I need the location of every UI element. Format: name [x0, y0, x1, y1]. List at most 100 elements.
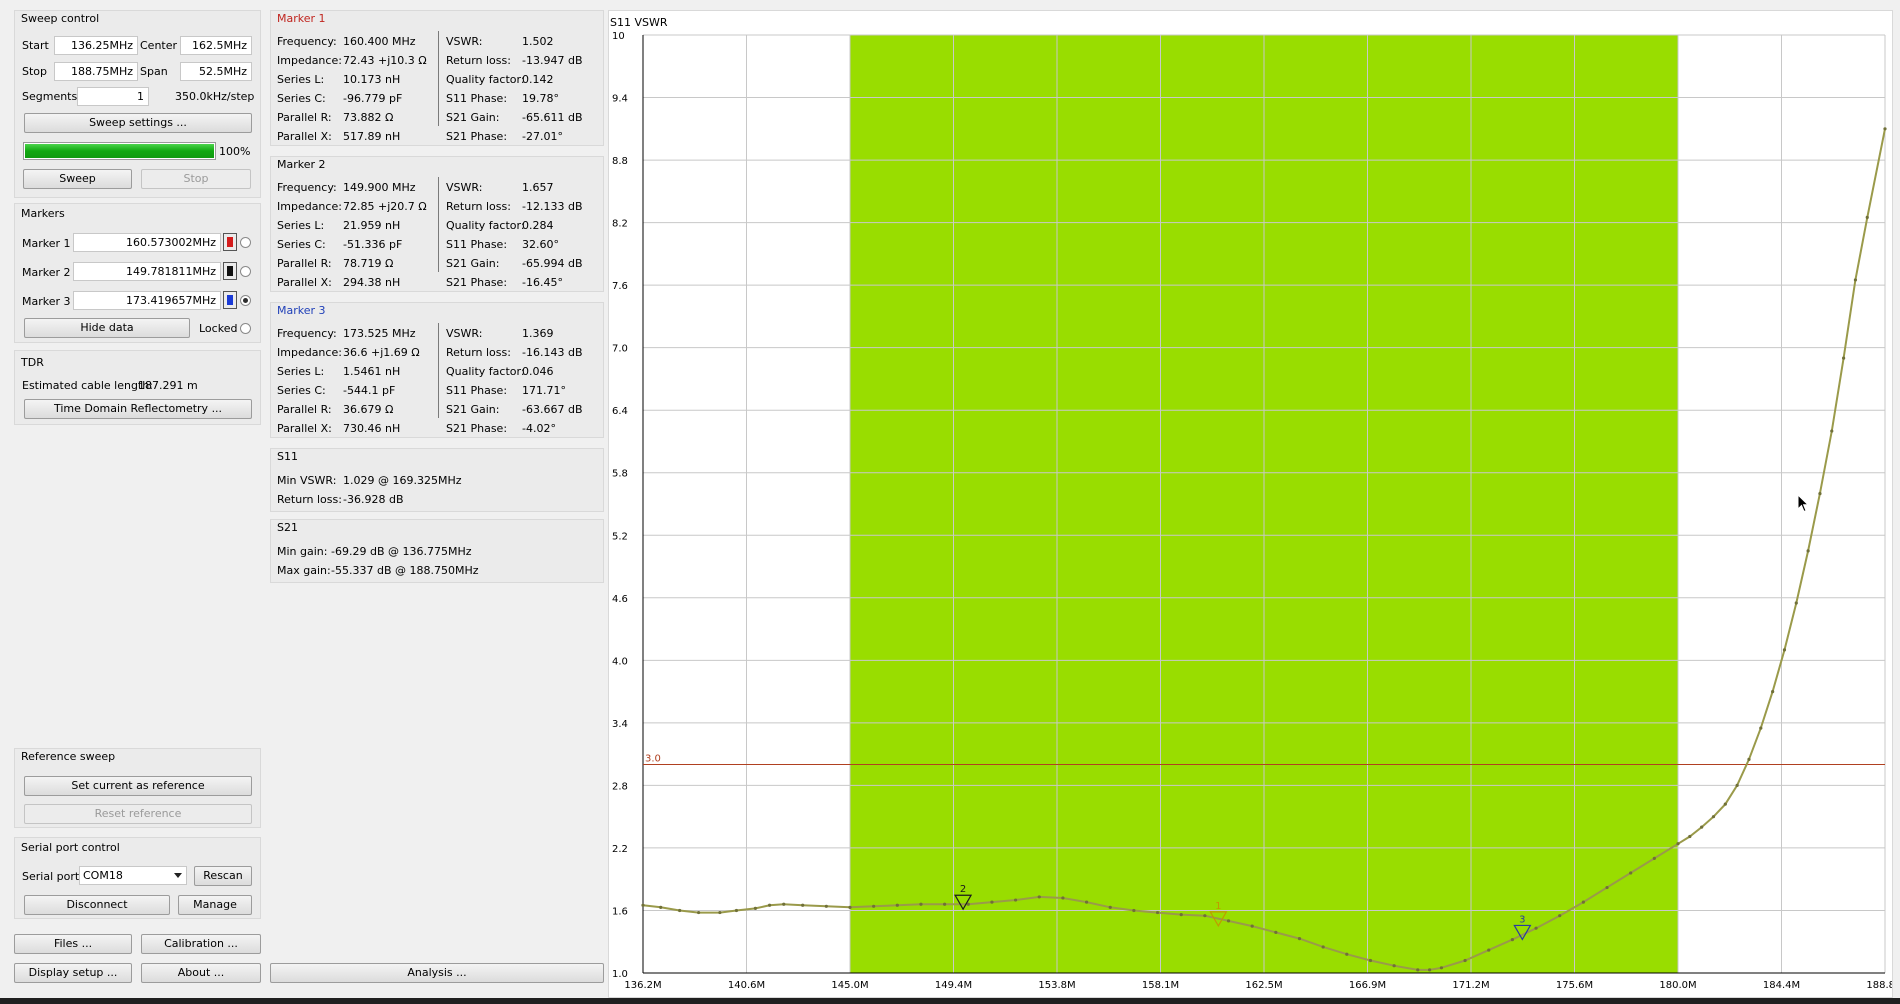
vswr-data-point [1392, 964, 1396, 968]
display-setup-button[interactable]: Display setup ... [14, 963, 132, 983]
marker-2-left-label-2: Series L: [277, 219, 325, 232]
vswr-data-point [1883, 127, 1887, 131]
vswr-data-point [943, 902, 947, 906]
reference-sweep-title: Reference sweep [21, 750, 116, 763]
marker-1-left-label-2: Series L: [277, 73, 325, 86]
span-label: Span [140, 65, 168, 78]
vswr-data-point [1203, 914, 1207, 918]
marker-2-right-label-2: Quality factor: [446, 219, 525, 232]
marker-1-right-value-0: 1.502 [522, 35, 554, 48]
marker-2-left-value-0: 149.900 MHz [343, 181, 416, 194]
vswr-data-point [1297, 937, 1302, 941]
marker-2-frequency-input[interactable]: 149.781811MHz [73, 262, 221, 281]
vswr-data-point [1794, 601, 1798, 605]
marker-3-radio[interactable] [240, 295, 251, 306]
vswr-data-point [1688, 834, 1692, 839]
stop-input[interactable]: 188.75MHz [54, 62, 138, 81]
marker-2-right-label-0: VSWR: [446, 181, 483, 194]
marker-1-right-value-5: -27.01° [522, 130, 563, 143]
span-input[interactable]: 52.5MHz [180, 62, 252, 81]
marker-2-color-button[interactable] [223, 262, 237, 280]
marker-3-frequency-input[interactable]: 173.419657MHz [73, 291, 221, 310]
marker-3-right-value-1: -16.143 dB [522, 346, 583, 359]
y-tick-label: 1.6 [612, 906, 628, 917]
serial-port-dropdown[interactable]: COM18 [79, 866, 187, 885]
marker-2-left-label-1: Impedance: [277, 200, 342, 213]
x-tick-label: 166.9M [1349, 980, 1386, 991]
segments-label: Segments [22, 90, 78, 103]
disconnect-button[interactable]: Disconnect [24, 895, 170, 915]
tdr-group: TDR Estimated cable length: 187.291 m Ti… [14, 350, 261, 425]
max-gain-value: -55.337 dB @ 188.750MHz [331, 564, 479, 577]
vswr-data-point [1439, 966, 1444, 970]
vswr-data-point [734, 908, 739, 913]
hide-data-button[interactable]: Hide data [24, 318, 190, 338]
vswr-data-point [1818, 491, 1822, 496]
sweep-control-title: Sweep control [21, 12, 100, 25]
sweep-progress-fill [25, 144, 214, 158]
vswr-data-point [1747, 757, 1751, 761]
cable-length-value: 187.291 m [138, 379, 198, 392]
vswr-data-point [1428, 968, 1432, 972]
vswr-data-point [1368, 958, 1373, 963]
set-reference-button[interactable]: Set current as reference [24, 776, 252, 796]
marker-3-right-value-3: 171.71° [522, 384, 566, 397]
vswr-data-point [848, 905, 852, 909]
marker-3-left-value-1: 36.6 +j1.69 Ω [343, 346, 420, 359]
marker-1-color-button[interactable] [223, 233, 237, 251]
vswr-data-point [1759, 726, 1763, 730]
y-tick-label: 5.2 [612, 531, 628, 542]
s11-return-loss-label: Return loss: [277, 493, 342, 506]
reset-reference-button[interactable]: Reset reference [24, 804, 252, 824]
about-button[interactable]: About ... [141, 963, 261, 983]
marker-2-right-label-3: S11 Phase: [446, 238, 508, 251]
max-gain-label: Max gain: [277, 564, 331, 577]
marker-2-left-label-3: Series C: [277, 238, 326, 251]
marker-1-left-label-1: Impedance: [277, 54, 342, 67]
y-tick-label: 7.6 [612, 281, 628, 292]
chevron-down-icon [174, 873, 182, 878]
mouse-cursor-icon [1797, 494, 1809, 513]
vswr-data-point [1581, 900, 1585, 904]
markers-group: Markers Marker 1 160.573002MHz Marker 2 … [14, 203, 261, 343]
marker-1-details-title: Marker 1 [277, 12, 326, 25]
x-tick-label: 180.0M [1659, 980, 1696, 991]
s11-vswr-chart-svg[interactable]: S11 VSWR136.2M 140.6M 145.0M 149.4M 153.8M 15… [609, 11, 1892, 997]
y-tick-label: 2.2 [612, 844, 628, 855]
marker-3-details: Marker 3 Frequency: 173.525 MHz Impedance:… [270, 302, 604, 438]
marker-1-radio[interactable] [240, 237, 251, 248]
locked-radio[interactable] [240, 323, 251, 334]
analysis-button[interactable]: Analysis ... [270, 963, 604, 983]
y-tick-label: 2.8 [612, 781, 628, 792]
vswr-data-point [1084, 900, 1089, 904]
stop-sweep-button[interactable]: Stop [141, 169, 251, 189]
vswr-data-point [696, 910, 701, 915]
s11-return-loss-value: -36.928 dB [343, 493, 404, 506]
threshold-label: 3.0 [645, 754, 661, 765]
vswr-data-point [990, 900, 994, 904]
x-tick-label: 162.5M [1245, 980, 1282, 991]
calibration-button[interactable]: Calibration ... [141, 934, 261, 954]
y-tick-label: 1.0 [612, 969, 628, 980]
marker-2-label: Marker 2 [22, 266, 71, 279]
sweep-settings-button[interactable]: Sweep settings ... [24, 113, 252, 133]
manage-button[interactable]: Manage [178, 895, 252, 915]
vswr-data-point [1676, 842, 1680, 846]
s11-vswr-chart[interactable]: S11 VSWR 136.2M 140.6M 145.0M 149.4M 153.8M 15… [608, 10, 1893, 998]
marker-2-details-separator [438, 177, 439, 272]
sweep-button[interactable]: Sweep [23, 169, 132, 189]
step-size-text: 350.0kHz/step [175, 90, 255, 103]
marker-3-right-value-4: -63.667 dB [522, 403, 583, 416]
marker-2-radio[interactable] [240, 266, 251, 277]
files-button[interactable]: Files ... [14, 934, 132, 954]
marker-3-left-value-3: -544.1 pF [343, 384, 396, 397]
center-input[interactable]: 162.5MHz [180, 36, 252, 55]
start-input[interactable]: 136.25MHz [54, 36, 138, 55]
rescan-button[interactable]: Rescan [194, 866, 252, 886]
vswr-data-point [1132, 908, 1136, 913]
segments-input[interactable]: 1 [77, 87, 149, 106]
marker-2-right-value-3: 32.60° [522, 238, 559, 251]
tdr-button[interactable]: Time Domain Reflectometry ... [24, 399, 252, 419]
marker-3-color-button[interactable] [223, 291, 237, 309]
marker-1-frequency-input[interactable]: 160.573002MHz [73, 233, 221, 252]
